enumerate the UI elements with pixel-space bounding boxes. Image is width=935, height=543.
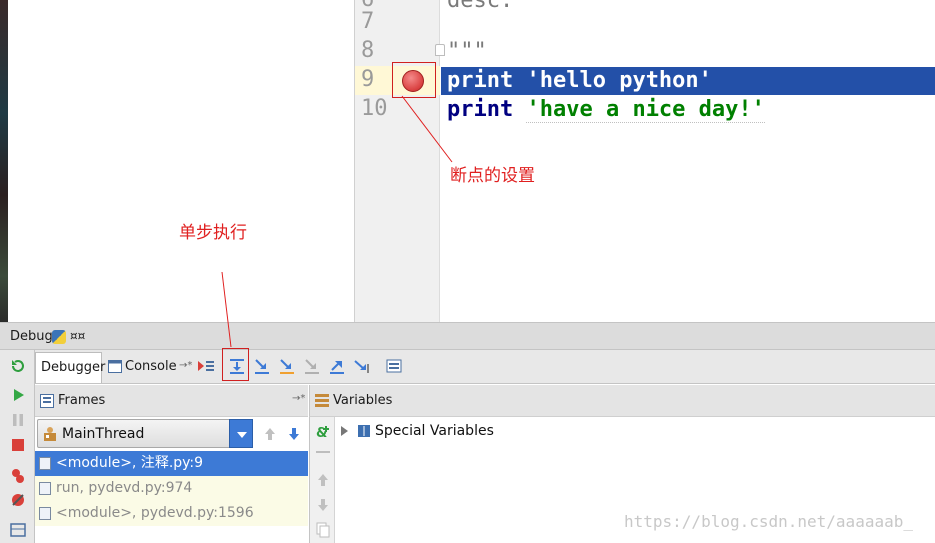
frames-icon [40,394,54,408]
copy-icon[interactable] [316,522,330,538]
line-number: 8 [361,38,375,63]
breakpoint-icon[interactable] [402,70,424,92]
fold-marker-icon[interactable] [435,44,445,56]
resume-icon[interactable] [10,387,26,403]
run-config-label: ¤¤ [70,329,86,343]
frames-pin-icon[interactable]: →* [292,393,305,404]
code-editor[interactable]: 6 7 8 9 10 desc: """ print 'hello python… [354,0,935,322]
frame-icon [39,482,51,495]
rerun-icon[interactable] [10,358,26,374]
variables-panel-header: Variables [309,385,935,417]
keyword-print: print [447,68,514,93]
run-to-cursor-icon[interactable] [353,358,371,374]
previous-frame-icon[interactable] [263,427,277,441]
thread-selector[interactable]: MainThread [37,419,253,448]
watermark: https://blog.csdn.net/aaaaaab_ [624,512,913,531]
layout-icon[interactable] [10,522,26,538]
step-annotation-text: 单步执行 [179,223,247,243]
frame-label: <module>, pydevd.py:1596 [56,505,254,521]
string-literal: 'have a nice day!' [526,97,765,123]
move-down-icon[interactable] [316,498,330,512]
frame-row[interactable]: <module>, pydevd.py:1596 [35,501,308,526]
debug-tab-bar: Debugger Console →* [35,350,935,384]
debug-title: Debug [10,329,53,344]
frames-panel-header: Frames →* [35,385,308,417]
step-out-icon[interactable] [328,358,346,374]
variable-row[interactable]: Special Variables [341,423,494,439]
chevron-down-icon[interactable] [229,419,253,448]
tab-console-label: Console [125,359,177,374]
python-icon [52,330,66,344]
evaluate-expression-icon[interactable] [385,358,403,374]
tab-debugger-label: Debugger [41,360,106,375]
console-icon [108,360,122,373]
frames-panel: MainThread <module>, 注释.py:9 run, pydevd… [35,417,308,543]
new-watch-icon[interactable]: & [315,424,331,440]
thread-icon [44,427,56,441]
stop-icon[interactable] [10,437,26,453]
expand-arrow-icon[interactable] [341,426,348,436]
frame-icon [39,507,51,520]
debug-tool-window-header: Debug ¤¤ [0,322,935,350]
force-step-into-icon[interactable] [303,358,321,374]
frame-row[interactable]: <module>, 注释.py:9 [35,451,308,476]
string-literal: 'hello python' [526,68,712,93]
pin-icon[interactable]: →* [179,360,192,371]
line-number: 7 [361,9,375,34]
remove-watch-icon[interactable] [316,450,330,454]
pause-icon[interactable] [10,412,26,428]
next-frame-icon[interactable] [287,427,301,441]
step-into-icon[interactable] [253,358,271,374]
frame-label: run, pydevd.py:974 [56,480,193,496]
keyword-print: print [447,97,514,122]
screenshot-root: 6 7 8 9 10 desc: """ print 'hello python… [0,0,935,543]
variable-label: Special Variables [375,423,494,439]
step-into-my-code-icon[interactable] [278,358,296,374]
line-number: 10 [361,96,388,121]
code-line-10[interactable]: print 'have a nice day!' [447,95,765,124]
move-up-icon[interactable] [316,473,330,487]
view-breakpoints-icon[interactable] [10,468,26,484]
special-variables-icon [358,425,370,437]
frames-title: Frames [58,393,106,408]
frame-icon [39,457,51,470]
variables-title: Variables [333,393,393,408]
debug-side-toolbar [0,350,35,543]
desktop-background-strip [0,0,8,325]
breakpoint-annotation-text: 断点的设置 [450,166,535,186]
thread-selector-value: MainThread [62,426,145,442]
code-line-6[interactable]: desc: [447,0,513,15]
mute-breakpoints-icon[interactable] [10,492,26,508]
step-annotation-box [222,348,249,381]
show-execution-point-icon[interactable] [197,358,215,374]
frame-label: <module>, 注释.py:9 [56,455,204,471]
tab-debugger[interactable]: Debugger [35,352,106,383]
code-line-8[interactable]: """ [447,37,487,66]
variables-toolbar: & [309,417,335,543]
code-line-9[interactable]: print 'hello python' [447,66,712,95]
frame-row[interactable]: run, pydevd.py:974 [35,476,308,501]
variables-icon [315,394,329,407]
